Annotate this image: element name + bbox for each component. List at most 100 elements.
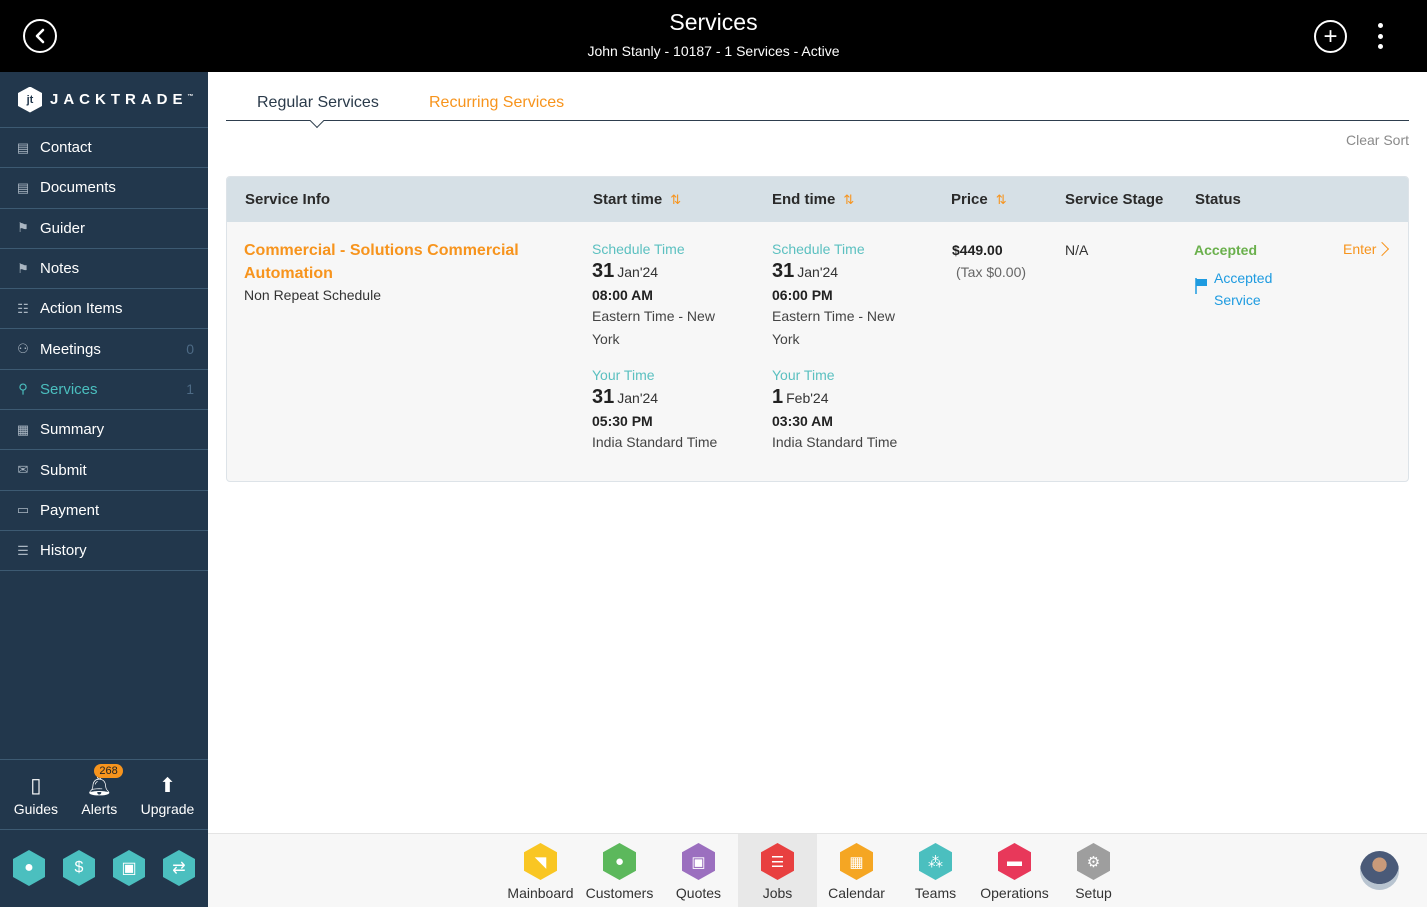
sidebar-item-services[interactable]: ⚲ Services 1 (0, 370, 208, 411)
bottom-nav-teams[interactable]: ⁂ Teams (896, 834, 975, 907)
header-price[interactable]: Price ⇅ (951, 191, 1007, 208)
contact-icon: ▤ (16, 139, 30, 155)
header-end-time[interactable]: End time ⇅ (772, 191, 854, 208)
mainboard-icon: ◥ (524, 843, 557, 880)
bottom-nav-label: Operations (980, 885, 1049, 901)
teams-icon: ⁂ (919, 843, 952, 880)
page-subtitle: John Stanly - 10187 - 1 Services - Activ… (587, 43, 840, 59)
page-footer-gap (0, 907, 1427, 922)
end-your-month: Feb'24 (786, 390, 829, 406)
summary-icon: ▦ (16, 421, 30, 437)
sidebar-bottom: ▯ Guides 🔔︎ 268 Alerts ⬆ Upgrade ● $ ▣ ⇄ (0, 759, 208, 906)
quick-workflow-button[interactable]: ⇄ (163, 850, 195, 886)
service-stage-cell: N/A (1065, 242, 1088, 258)
header-start-time[interactable]: Start time ⇅ (593, 191, 681, 208)
tax-value: (Tax $0.00) (956, 264, 1027, 280)
guides-button[interactable]: ▯ Guides (14, 773, 58, 817)
bottom-nav-label: Setup (1075, 885, 1112, 901)
sidebar-item-submit[interactable]: ✉ Submit (0, 450, 208, 491)
dot-icon (1377, 33, 1383, 39)
sidebar-item-count: 1 (186, 381, 194, 398)
upgrade-button[interactable]: ⬆ Upgrade (141, 773, 195, 817)
bottom-nav-setup[interactable]: ⚙ Setup (1054, 834, 1133, 907)
services-icon: ⚲ (18, 381, 28, 397)
sidebar-item-label: Services (40, 380, 98, 398)
guides-label: Guides (13, 800, 59, 817)
sidebar-item-contact[interactable]: ▤ Contact (0, 128, 208, 169)
service-name-link[interactable]: Commercial - Solutions Commercial Automa… (244, 239, 544, 285)
more-options-button[interactable] (1374, 23, 1386, 49)
header-status: Status (1195, 191, 1241, 208)
plus-icon: + (1323, 22, 1338, 50)
header-service-stage: Service Stage (1065, 191, 1164, 208)
start-your-timezone: India Standard Time (592, 434, 718, 450)
quotes-icon: ▣ (682, 843, 715, 880)
payment-icon: ▭ (16, 502, 30, 518)
submit-icon: ✉ (17, 462, 29, 478)
add-button[interactable]: + (1314, 20, 1347, 53)
tab-regular-services[interactable]: Regular Services (257, 94, 379, 112)
quick-contact-button[interactable]: ● (13, 850, 45, 886)
start-schedule-month: Jan'24 (617, 264, 659, 280)
bottom-nav-customers[interactable]: ● Customers (580, 834, 659, 907)
flag-icon (1194, 277, 1214, 311)
book-icon: ▯ (30, 775, 42, 797)
enter-button[interactable]: Enter (1343, 241, 1390, 257)
sidebar-item-guider[interactable]: ⚑ Guider (0, 209, 208, 249)
sidebar-item-meetings[interactable]: ⚇ Meetings 0 (0, 329, 208, 370)
quick-quotes-button[interactable]: ▣ (113, 850, 145, 886)
sort-icon[interactable]: ⇅ (996, 192, 1007, 207)
sidebar-item-count: 0 (186, 341, 194, 358)
guider-icon: ⚑ (17, 220, 29, 236)
bottom-nav-label: Teams (914, 885, 957, 901)
active-tab-indicator (309, 113, 325, 129)
start-your-label: Your Time (592, 367, 655, 383)
sort-icon[interactable]: ⇅ (670, 192, 681, 207)
sidebar-item-label: Meetings (40, 340, 101, 358)
price-cell: $449.00 (Tax $0.00) (952, 242, 1026, 280)
customers-icon: ● (603, 843, 636, 880)
bottom-nav-operations[interactable]: ▬ Operations (975, 834, 1054, 907)
logo[interactable]: jt JACKTRADE™ (0, 72, 208, 128)
trademark: ™ (187, 94, 194, 100)
alerts-button[interactable]: 🔔︎ 268 Alerts (81, 763, 123, 817)
logo-mark-icon: jt (18, 86, 42, 113)
start-schedule-time: 08:00 AM (592, 287, 653, 303)
services-table: Service Info Start time ⇅ End time ⇅ Price… (226, 176, 1409, 482)
bottom-nav-quotes[interactable]: ▣ Quotes (659, 834, 738, 907)
sidebar-item-payment[interactable]: ▭ Payment (0, 491, 208, 531)
sidebar-item-summary[interactable]: ▦ Summary (0, 410, 208, 451)
sidebar-item-notes[interactable]: ⚑ Notes (0, 249, 208, 290)
status-detail-link[interactable]: Accepted Service (1214, 267, 1284, 311)
service-info-cell: Commercial - Solutions Commercial Automa… (244, 239, 544, 303)
service-stage-value: N/A (1065, 242, 1089, 258)
start-your-time: 05:30 PM (592, 413, 653, 429)
bottom-nav-jobs[interactable]: ☰ Jobs (738, 834, 817, 907)
calendar-icon: ▦ (840, 843, 873, 880)
start-schedule-day: 31 (592, 260, 615, 282)
sort-icon[interactable]: ⇅ (843, 192, 854, 207)
sidebar-item-history[interactable]: ☰ History (0, 531, 208, 572)
sidebar: jt JACKTRADE™ ▤ Contact ▤ Documents ⚑ Guider ⚑… (0, 72, 208, 907)
end-your-time: 03:30 AM (772, 413, 833, 429)
quick-payment-button[interactable]: $ (63, 850, 95, 886)
clear-sort-link[interactable]: Clear Sort (1346, 132, 1409, 148)
sidebar-item-label: Documents (40, 179, 116, 197)
bottom-nav-mainboard[interactable]: ◥ Mainboard (501, 834, 580, 907)
person-icon: ● (24, 859, 34, 876)
tab-recurring-services[interactable]: Recurring Services (429, 94, 564, 112)
end-your-timezone: India Standard Time (772, 434, 898, 450)
upgrade-label: Upgrade (140, 800, 195, 817)
sidebar-item-documents[interactable]: ▤ Documents (0, 168, 208, 209)
arrow-up-icon: ⬆ (159, 775, 176, 797)
user-avatar[interactable] (1360, 851, 1399, 890)
top-bar: Services John Stanly - 10187 - 1 Service… (0, 0, 1427, 72)
enter-label: Enter (1343, 241, 1377, 257)
bottom-nav-calendar[interactable]: ▦ Calendar (817, 834, 896, 907)
operations-icon: ▬ (998, 843, 1031, 880)
sidebar-item-action-items[interactable]: ☷ Action Items (0, 289, 208, 330)
end-schedule-day: 31 (772, 260, 795, 282)
sidebar-item-label: History (40, 542, 87, 560)
header-price-label: Price (951, 191, 988, 208)
quick-actions: ● $ ▣ ⇄ (0, 830, 208, 906)
